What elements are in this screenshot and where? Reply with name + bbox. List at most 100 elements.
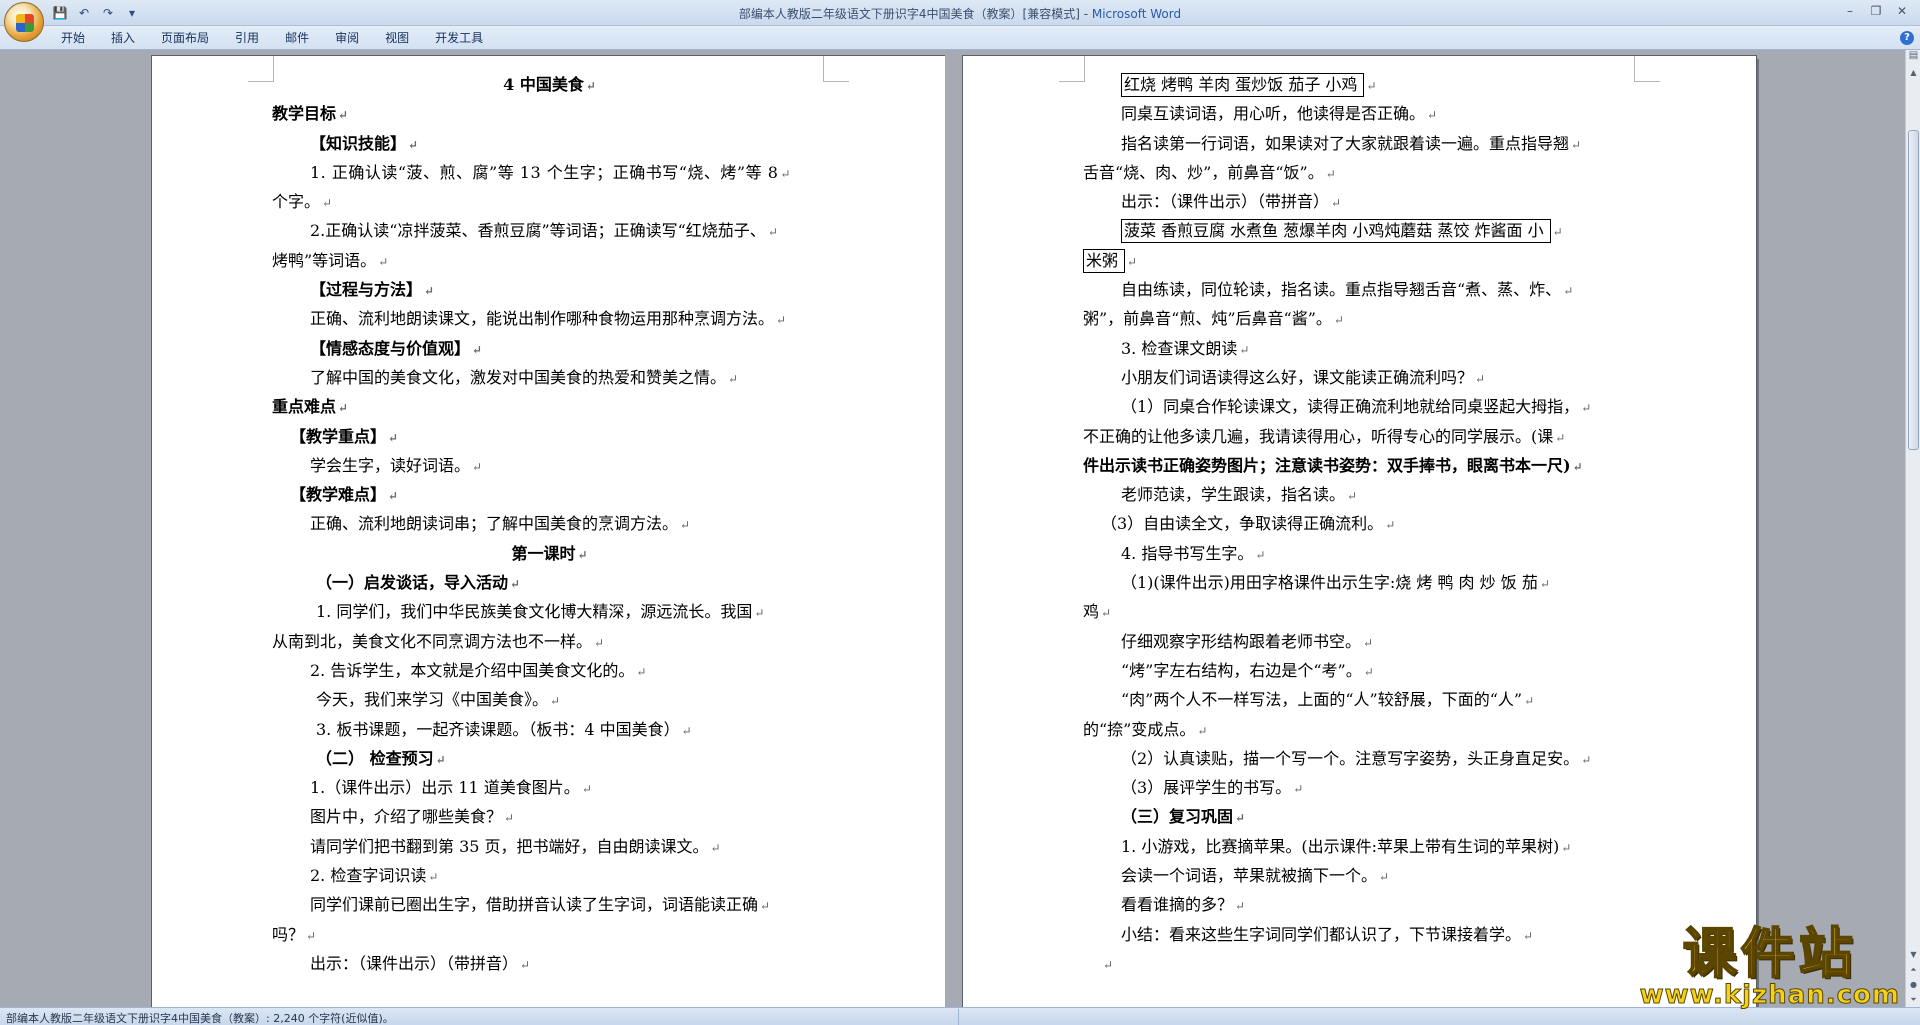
margin-corner-mark: [248, 56, 274, 82]
paragraph-line: ↵: [1083, 949, 1638, 978]
ribbon-tab[interactable]: 开发工具: [422, 30, 496, 47]
ribbon-tabs: 开始 插入 页面布局 引用 邮件 审阅 视图 开发工具: [48, 30, 496, 47]
paragraph-line: 仔细观察字形结构跟着老师书空。 ↵: [1083, 627, 1638, 656]
line-text: 重点难点: [272, 397, 337, 417]
help-icon[interactable]: ?: [1900, 31, 1914, 45]
ribbon-tab-bar: 开始 插入 页面布局 引用 邮件 审阅 视图 开发工具 ?: [0, 26, 1920, 50]
line-text: （二） 检查预习: [316, 748, 434, 768]
paragraph-mark-icon: ↵: [1127, 254, 1138, 269]
ribbon-tab[interactable]: 视图: [372, 30, 422, 47]
line-text: 吗？: [272, 924, 305, 944]
paragraph-line: 同桌互读词语，用心听，他读得是否正确。 ↵: [1083, 99, 1638, 128]
close-icon[interactable]: ✕: [1890, 2, 1914, 20]
ruler-toggle-icon[interactable]: ▤: [1906, 50, 1920, 65]
paragraph-line: 图片中，介绍了哪些美食？ ↵: [272, 802, 827, 831]
paragraph-mark-icon: ↵: [472, 459, 483, 474]
paragraph-line: 吗？ ↵: [272, 920, 827, 949]
paragraph-line: （一）启发谈话，导入活动 ↵: [272, 568, 827, 597]
line-text: 3. 板书课题，一起齐读课题。（板书：4 中国美食）: [316, 719, 680, 739]
ribbon-tab[interactable]: 开始: [48, 30, 98, 47]
line-text: 1. 小游戏，比赛摘苹果。(出示课件:苹果上带有生词的苹果树): [1121, 836, 1560, 856]
ribbon-tab[interactable]: 页面布局: [148, 30, 222, 47]
office-button[interactable]: [4, 2, 44, 42]
paragraph-line: 自由练读，同位轮读，指名读。重点指导翘舌音“煮、蒸、炸、 ↵: [1083, 275, 1638, 304]
paragraph-line: 今天，我们来学习《中国美食》。 ↵: [272, 685, 827, 714]
page-left[interactable]: 4 中国美食 ↵ 教学目标 ↵ 【知识技能】 ↵ 1. 正确认读“菠、煎、腐”等 13 个生…: [152, 56, 945, 1007]
paragraph-mark-icon: ↵: [504, 811, 515, 826]
paragraph-line: 正确、流利地朗读词串；了解中国美食的烹调方法。 ↵: [272, 509, 827, 538]
paragraph-line: 米粥 ↵: [1083, 246, 1638, 275]
line-text: （一）启发谈话，导入活动: [316, 573, 509, 593]
prev-page-icon[interactable]: ⏶: [1906, 962, 1920, 977]
paragraph-mark-icon: ↵: [1385, 518, 1396, 533]
browse-object-icon[interactable]: ●: [1906, 977, 1920, 992]
ribbon-tab[interactable]: 引用: [222, 30, 272, 47]
paragraph-mark-icon: ↵: [1475, 371, 1486, 386]
scroll-thumb[interactable]: [1908, 130, 1919, 450]
paragraph-mark-icon: ↵: [1552, 225, 1563, 240]
paragraph-mark-icon: ↵: [728, 371, 739, 386]
paragraph-mark-icon: ↵: [1571, 137, 1582, 152]
paragraph-mark-icon: ↵: [1581, 401, 1592, 416]
vertical-scrollbar[interactable]: ▤ ▲ ▼ ⏶ ● ⏷: [1905, 50, 1920, 1007]
paragraph-mark-icon: ↵: [636, 664, 647, 679]
paragraph-mark-icon: ↵: [306, 928, 317, 943]
paragraph-line: 出示：（课件出示）（带拼音） ↵: [1083, 187, 1638, 216]
paragraph-mark-icon: ↵: [1101, 606, 1112, 621]
site-watermark: 课件站 www.kjzhan.com: [1639, 925, 1900, 1009]
paragraph-mark-icon: ↵: [1333, 313, 1344, 328]
margin-corner-mark: [1059, 56, 1085, 82]
ribbon-tab[interactable]: 审阅: [322, 30, 372, 47]
paragraph-line: 正确、流利地朗读课文，能说出制作哪种食物运用那种烹调方法。 ↵: [272, 304, 827, 333]
paragraph-line: 从南到北，美食文化不同烹调方法也不一样。 ↵: [272, 627, 827, 656]
line-text: 请同学们把书翻到第 35 页，把书端好，自由朗读课文。: [310, 836, 709, 856]
paragraph-line: （1）同桌合作轮读课文，读得正确流利地就给同桌竖起大拇指， ↵: [1083, 392, 1638, 421]
line-text: 会读一个词语，苹果就被摘下一个。: [1121, 866, 1378, 886]
page-left-content[interactable]: 4 中国美食 ↵ 教学目标 ↵ 【知识技能】 ↵ 1. 正确认读“菠、煎、腐”等 13 个生…: [272, 70, 827, 978]
app-name: Microsoft Word: [1091, 7, 1182, 21]
paragraph-line: （三）复习巩固 ↵: [1083, 802, 1638, 831]
paragraph-mark-icon: ↵: [1561, 840, 1572, 855]
paragraph-line: 同学们课前已圈出生字，借助拼音认读了生字词，词语能读正确 ↵: [272, 890, 827, 919]
paragraph-mark-icon: ↵: [1524, 694, 1535, 709]
paragraph-mark-icon: ↵: [681, 723, 692, 738]
line-text: 老师范读，学生跟读，指名读。: [1121, 485, 1346, 505]
paragraph-mark-icon: ↵: [1239, 342, 1250, 357]
ribbon-tab[interactable]: 插入: [98, 30, 148, 47]
paragraph-line: 看看谁摘的多？ ↵: [1083, 890, 1638, 919]
restore-icon[interactable]: ❐: [1864, 2, 1888, 20]
minimize-icon[interactable]: –: [1838, 2, 1862, 20]
line-text: 个字。: [272, 192, 321, 212]
paragraph-mark-icon: ↵: [408, 137, 419, 152]
line-text: 【情感态度与价值观】: [310, 338, 471, 358]
paragraph-line: （1)(课件出示)用田字格课件出示生字:烧 烤 鸭 肉 炒 饭 茄 ↵: [1083, 568, 1638, 597]
line-text: 4 中国美食: [503, 75, 584, 94]
next-page-icon[interactable]: ⏷: [1906, 992, 1920, 1007]
paragraph-line: “肉”两个人不一样写法，上面的“人”较舒展，下面的“人” ↵: [1083, 685, 1638, 714]
paragraph-line: 的“捺”变成点。 ↵: [1083, 715, 1638, 744]
office-logo-icon: [16, 14, 34, 32]
line-text: 正确、流利地朗读课文，能说出制作哪种食物运用那种烹调方法。: [310, 309, 775, 329]
line-text: 2. 告诉学生，本文就是介绍中国美食文化的。: [310, 660, 635, 680]
page-right[interactable]: 红烧 烤鸭 羊肉 蛋炒饭 茄子 小鸡 ↵ 同桌互读词语，用心听，他读得是否正确。 ↵ 指…: [963, 56, 1756, 1007]
paragraph-mark-icon: ↵: [1331, 196, 1342, 211]
paragraph-line: 不正确的让他多读几遍，我请读得用心，听得专心的同学展示。(课 ↵: [1083, 422, 1638, 451]
paragraph-line: 【教学难点】 ↵: [272, 480, 827, 509]
paragraph-line: 【教学重点】 ↵: [272, 422, 827, 451]
line-text: 今天，我们来学习《中国美食》。: [316, 690, 549, 710]
line-text: 3. 检查课文朗读: [1121, 338, 1238, 358]
paragraph-mark-icon: ↵: [776, 313, 787, 328]
ribbon-tab[interactable]: 邮件: [272, 30, 322, 47]
paragraph-mark-icon: ↵: [1347, 489, 1358, 504]
paragraph-line: 【知识技能】 ↵: [272, 129, 827, 158]
paragraph-line: 学会生字，读好词语。 ↵: [272, 451, 827, 480]
scroll-up-icon[interactable]: ▲: [1906, 65, 1920, 80]
paragraph-mark-icon: ↵: [424, 284, 435, 299]
scroll-down-icon[interactable]: ▼: [1906, 947, 1920, 962]
line-text: 1.（课件出示）出示 11 道美食图片。: [310, 778, 580, 798]
paragraph-mark-icon: ↵: [1197, 723, 1208, 738]
line-text: 1. 同学们，我们中华民族美食文化博大精深，源远流长。我国: [316, 602, 753, 622]
paragraph-line: 第一课时 ↵: [272, 539, 827, 568]
page-right-content[interactable]: 红烧 烤鸭 羊肉 蛋炒饭 茄子 小鸡 ↵ 同桌互读词语，用心听，他读得是否正确。 ↵ 指…: [1083, 70, 1638, 978]
paragraph-line: 1. 同学们，我们中华民族美食文化博大精深，源远流长。我国 ↵: [272, 597, 827, 626]
